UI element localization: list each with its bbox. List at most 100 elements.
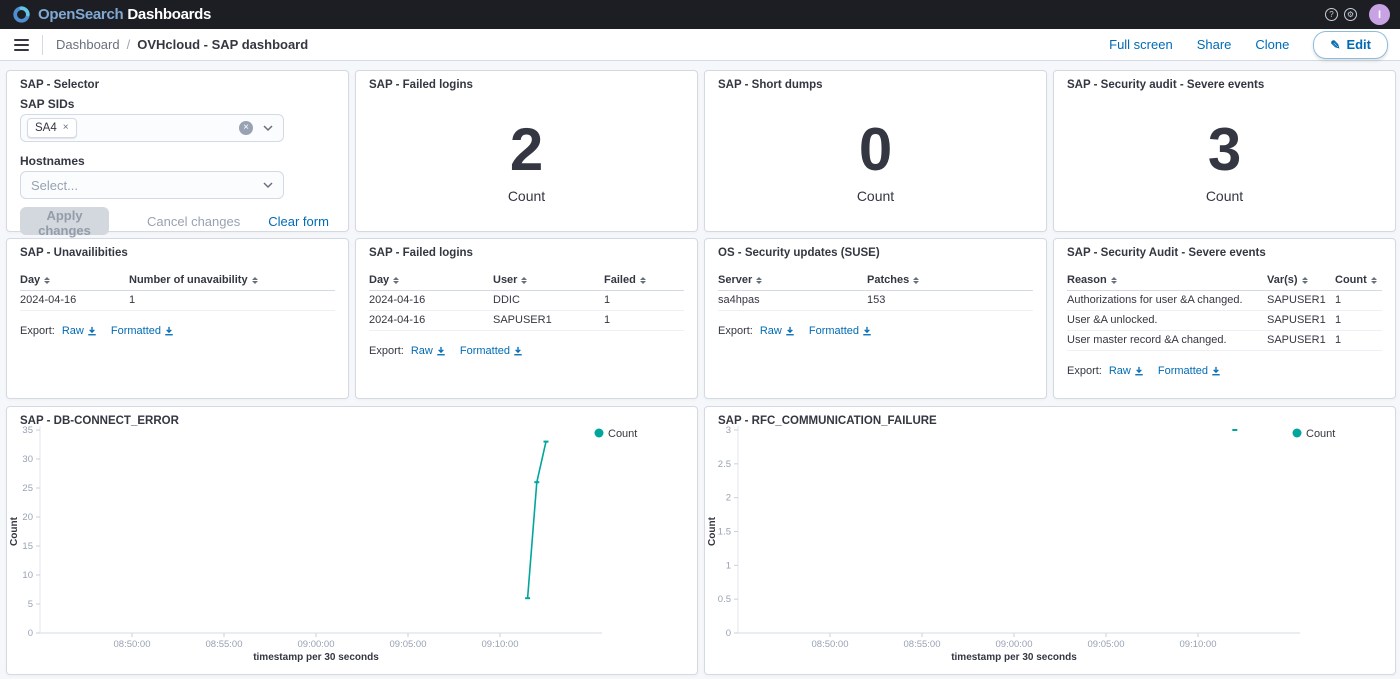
column-header[interactable]: Server bbox=[718, 272, 867, 291]
svg-text:15: 15 bbox=[22, 541, 33, 552]
table-cell: 1 bbox=[1335, 291, 1382, 311]
download-icon bbox=[1134, 366, 1144, 376]
navbar: Dashboard / OVHcloud - SAP dashboard Ful… bbox=[0, 29, 1400, 61]
svg-text:08:50:00: 08:50:00 bbox=[812, 639, 849, 650]
metric-label: Count bbox=[1206, 188, 1243, 204]
opensearch-logo-icon bbox=[12, 5, 31, 24]
column-header[interactable]: Day bbox=[20, 272, 129, 291]
panel-title: OS - Security updates (SUSE) bbox=[718, 247, 1033, 259]
nav-divider bbox=[42, 35, 43, 55]
table-cell: User &A unlocked. bbox=[1067, 311, 1267, 331]
download-icon bbox=[436, 346, 446, 356]
sort-icon bbox=[1111, 277, 1117, 284]
column-header[interactable]: Number of unavaibility bbox=[129, 272, 335, 291]
remove-sid-icon[interactable]: × bbox=[63, 121, 69, 135]
export-formatted-link[interactable]: Formatted bbox=[1158, 365, 1221, 377]
export-raw-link[interactable]: Raw bbox=[1109, 365, 1144, 377]
svg-text:timestamp per 30 seconds: timestamp per 30 seconds bbox=[951, 652, 1077, 663]
download-icon bbox=[862, 326, 872, 336]
help-icon[interactable]: ? bbox=[1325, 8, 1338, 21]
svg-text:5: 5 bbox=[28, 599, 33, 610]
sort-icon bbox=[44, 277, 50, 284]
sort-icon bbox=[252, 277, 258, 284]
svg-text:10: 10 bbox=[22, 570, 33, 581]
chevron-down-icon[interactable] bbox=[262, 122, 274, 134]
panel-sap-selector: SAP - Selector SAP SIDs SA4 × × Hostname… bbox=[6, 70, 349, 232]
export-raw-link[interactable]: Raw bbox=[411, 345, 446, 357]
download-icon bbox=[785, 326, 795, 336]
breadcrumb-dashboard[interactable]: Dashboard bbox=[56, 37, 120, 52]
panel-title: SAP - Unavailibities bbox=[20, 247, 335, 259]
chevron-down-icon[interactable] bbox=[262, 179, 274, 191]
table-cell: sa4hpas bbox=[718, 291, 867, 311]
apply-changes-button[interactable]: Apply changes bbox=[20, 207, 109, 235]
table-cell: 2024-04-16 bbox=[20, 291, 129, 311]
sid-tag[interactable]: SA4 × bbox=[27, 118, 77, 138]
download-icon bbox=[164, 326, 174, 336]
clone-button[interactable]: Clone bbox=[1255, 37, 1289, 52]
svg-text:Count: Count bbox=[9, 516, 20, 546]
table-cell: 1 bbox=[604, 291, 684, 311]
opensearch-logo[interactable]: OpenSearchDashboards bbox=[12, 5, 211, 24]
svg-text:09:10:00: 09:10:00 bbox=[1180, 639, 1217, 650]
panel-failed-logins-table: SAP - Failed logins Day User Failed 2024… bbox=[355, 238, 698, 399]
panel-security-updates-table: OS - Security updates (SUSE) Server Patc… bbox=[704, 238, 1047, 399]
svg-text:Count: Count bbox=[608, 428, 637, 440]
clear-selection-icon[interactable]: × bbox=[239, 121, 253, 135]
metric-value: 2 bbox=[510, 120, 543, 180]
table-cell: SAPUSER1 bbox=[1267, 331, 1335, 351]
rfc-communication-failure-line-chart: 00.511.522.5308:50:0008:55:0009:00:0009:… bbox=[705, 407, 1395, 674]
column-header[interactable]: Count bbox=[1335, 272, 1382, 291]
table-cell: 1 bbox=[1335, 311, 1382, 331]
panel-rfc-communication-failure-chart: SAP - RFC_COMMUNICATION_FAILURE 00.511.5… bbox=[704, 406, 1396, 675]
column-header[interactable]: Var(s) bbox=[1267, 272, 1335, 291]
hostnames-select[interactable]: Select... bbox=[20, 171, 284, 199]
svg-text:20: 20 bbox=[22, 512, 33, 523]
svg-text:25: 25 bbox=[22, 483, 33, 494]
hostnames-label: Hostnames bbox=[20, 154, 335, 168]
svg-text:08:55:00: 08:55:00 bbox=[206, 639, 243, 650]
export-label: Export: bbox=[718, 325, 753, 337]
svg-text:Count: Count bbox=[1306, 428, 1335, 440]
dashboard-grid: SAP - Selector SAP SIDs SA4 × × Hostname… bbox=[0, 61, 1400, 679]
download-icon bbox=[513, 346, 523, 356]
svg-text:0.5: 0.5 bbox=[718, 594, 731, 605]
sort-icon bbox=[640, 277, 646, 284]
svg-text:30: 30 bbox=[22, 454, 33, 465]
metric-label: Count bbox=[508, 188, 545, 204]
panel-title: SAP - Selector bbox=[20, 79, 335, 91]
sort-icon bbox=[1371, 277, 1377, 284]
panel-unavailibities-table: SAP - Unavailibities Day Number of unava… bbox=[6, 238, 349, 399]
share-button[interactable]: Share bbox=[1197, 37, 1232, 52]
breadcrumb-current: OVHcloud - SAP dashboard bbox=[137, 37, 308, 52]
column-header[interactable]: Day bbox=[369, 272, 493, 291]
user-avatar[interactable]: I bbox=[1369, 4, 1390, 25]
sort-icon bbox=[1302, 277, 1308, 284]
edit-button[interactable]: ✎ Edit bbox=[1313, 31, 1388, 59]
svg-text:1: 1 bbox=[726, 560, 731, 571]
export-formatted-link[interactable]: Formatted bbox=[460, 345, 523, 357]
menu-icon[interactable] bbox=[12, 37, 31, 53]
column-header[interactable]: User bbox=[493, 272, 604, 291]
column-header[interactable]: Failed bbox=[604, 272, 684, 291]
export-formatted-link[interactable]: Formatted bbox=[809, 325, 872, 337]
panel-title: SAP - DB-CONNECT_ERROR bbox=[20, 415, 179, 427]
export-formatted-link[interactable]: Formatted bbox=[111, 325, 174, 337]
panel-title: SAP - RFC_COMMUNICATION_FAILURE bbox=[718, 415, 937, 427]
column-header[interactable]: Reason bbox=[1067, 272, 1267, 291]
table-cell: SAPUSER1 bbox=[1267, 311, 1335, 331]
table-cell: SAPUSER1 bbox=[1267, 291, 1335, 311]
svg-text:0: 0 bbox=[28, 628, 33, 639]
svg-text:09:00:00: 09:00:00 bbox=[996, 639, 1033, 650]
svg-text:timestamp per 30 seconds: timestamp per 30 seconds bbox=[253, 652, 379, 663]
settings-icon[interactable]: ⚙ bbox=[1344, 8, 1357, 21]
full-screen-button[interactable]: Full screen bbox=[1109, 37, 1173, 52]
export-raw-link[interactable]: Raw bbox=[62, 325, 97, 337]
column-header[interactable]: Patches bbox=[867, 272, 1033, 291]
clear-form-button[interactable]: Clear form bbox=[268, 214, 329, 229]
sap-sids-combobox[interactable]: SA4 × × bbox=[20, 114, 284, 142]
cancel-changes-button[interactable]: Cancel changes bbox=[147, 214, 240, 229]
export-raw-link[interactable]: Raw bbox=[760, 325, 795, 337]
hostnames-placeholder: Select... bbox=[27, 178, 78, 193]
svg-text:2: 2 bbox=[726, 493, 731, 504]
